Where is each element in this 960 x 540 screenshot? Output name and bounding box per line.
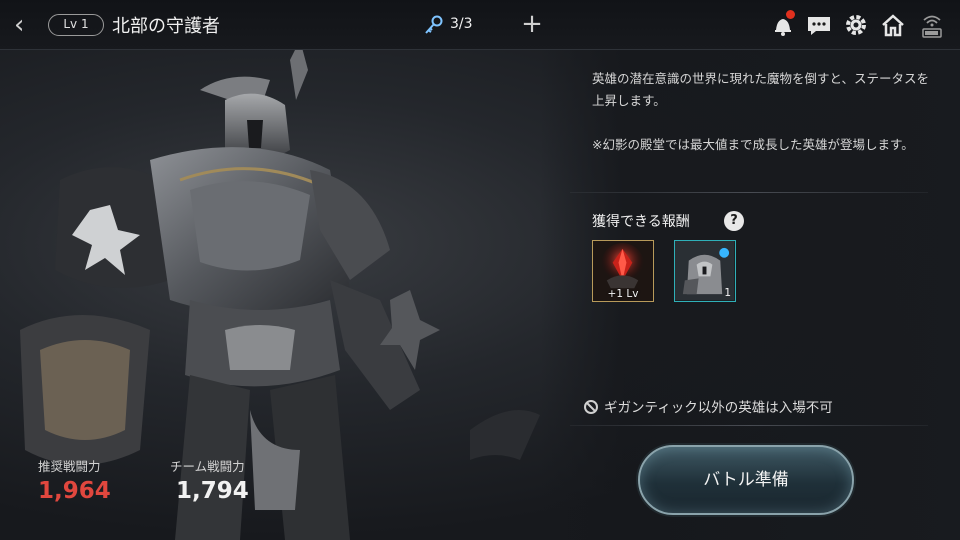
- key-count: 3/3: [450, 16, 473, 32]
- help-icon[interactable]: ?: [724, 211, 744, 231]
- stage-description: 英雄の潜在意識の世界に現れた魔物を倒すと、ステータスを上昇します。 ※幻影の殿堂…: [592, 68, 932, 156]
- reward-item-hero[interactable]: 1: [674, 240, 736, 302]
- level-badge: Lv 1: [48, 14, 104, 36]
- recommended-power-label: 推奨戦闘力: [38, 459, 101, 474]
- plus-icon[interactable]: +: [520, 10, 544, 38]
- home-icon[interactable]: [880, 12, 906, 38]
- top-bar: ‹ Lv 1 北部の守護者 3/3 +: [0, 0, 960, 50]
- reward-label-levelup: +1 Lv: [607, 288, 639, 300]
- gear-icon[interactable]: [843, 12, 869, 38]
- wifi-battery-icon: [918, 12, 946, 38]
- battle-prepare-button[interactable]: バトル準備: [638, 445, 854, 515]
- reward-item-levelup[interactable]: +1 Lv: [592, 240, 654, 302]
- chat-icon[interactable]: [806, 12, 832, 38]
- team-power-label: チーム戦闘力: [170, 459, 245, 474]
- prohibited-icon: [584, 400, 598, 414]
- key-icon: [425, 15, 443, 34]
- bell-icon[interactable]: [770, 10, 796, 38]
- stage-title: 北部の守護者: [112, 16, 220, 37]
- team-power-value: 1,794: [176, 478, 249, 504]
- recommended-power-value: 1,964: [38, 478, 111, 504]
- description-main: 英雄の潜在意識の世界に現れた魔物を倒すと、ステータスを上昇します。: [592, 71, 930, 108]
- description-note: ※幻影の殿堂では最大値まで成長した英雄が登場します。: [592, 137, 914, 152]
- reward-label: 獲得できる報酬: [592, 214, 690, 230]
- divider: [570, 425, 928, 426]
- entry-restriction: ギガンティック以外の英雄は入場不可: [584, 396, 833, 416]
- divider: [570, 192, 928, 193]
- reward-qty-hero: 1: [724, 287, 731, 299]
- restriction-text: ギガンティック以外の英雄は入場不可: [604, 400, 833, 416]
- notification-dot: [786, 10, 795, 19]
- back-icon[interactable]: ‹: [14, 12, 38, 38]
